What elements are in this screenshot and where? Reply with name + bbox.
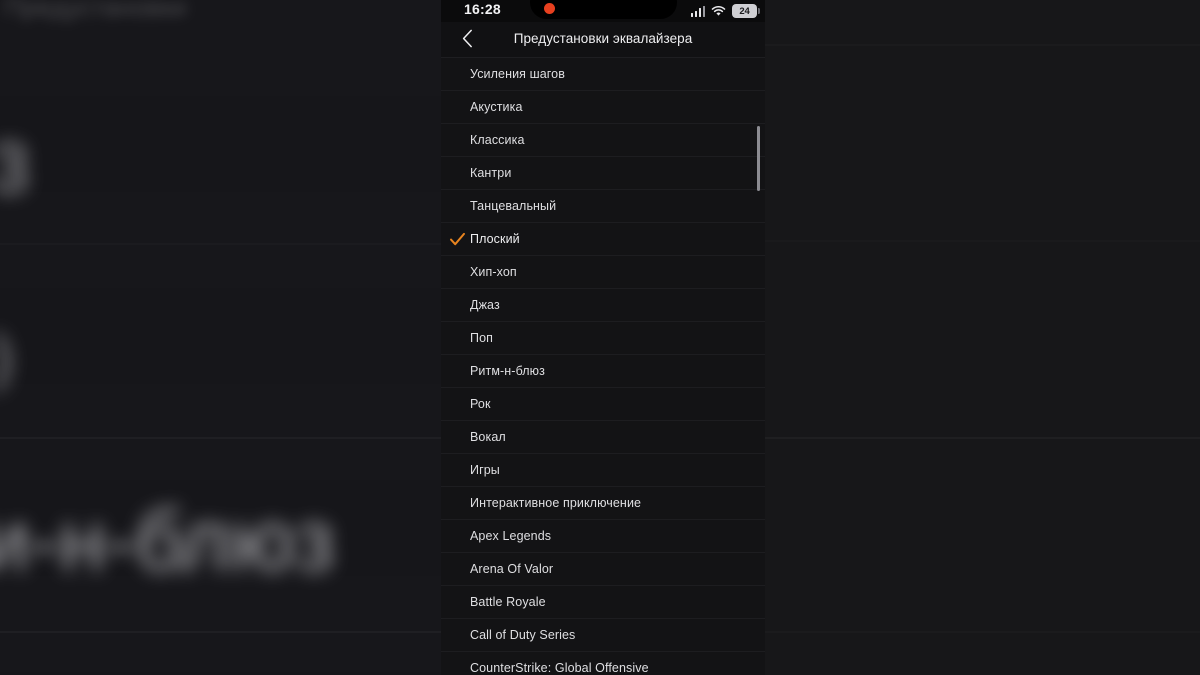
preset-list-item-label: Плоский <box>470 232 520 246</box>
backdrop-text-fragment: 3 <box>0 129 29 207</box>
preset-list-item[interactable]: Вокал <box>441 421 765 454</box>
preset-list-item[interactable]: Arena Of Valor <box>441 553 765 586</box>
preset-list-item[interactable]: Call of Duty Series <box>441 619 765 652</box>
equalizer-preset-list[interactable]: Усиления шагов Акустика Классика Кантри Танц… <box>441 58 765 675</box>
preset-list-item[interactable]: Игры <box>441 454 765 487</box>
backdrop-text-fragment: и-н-блюз <box>0 493 335 589</box>
preset-list-item[interactable]: Классика <box>441 124 765 157</box>
preset-list-item-label: Джаз <box>470 298 500 312</box>
phone-panel: 16:28 24 Предустановки эквалайзера Усиле… <box>441 0 765 675</box>
backdrop-separator <box>0 243 441 245</box>
preset-list-item-label: Игры <box>470 463 500 477</box>
preset-list-item[interactable]: CounterStrike: Global Offensive <box>441 652 765 675</box>
preset-list-item-label: Кантри <box>470 166 512 180</box>
preset-list-item-label: Рок <box>470 397 491 411</box>
preset-list-item[interactable]: Apex Legends <box>441 520 765 553</box>
preset-list-item-label: Call of Duty Series <box>470 628 576 642</box>
backdrop-text-fragment: ) <box>0 322 13 393</box>
wifi-icon <box>711 5 726 17</box>
backdrop-separator <box>0 631 441 633</box>
cellular-signal-icon <box>690 5 705 17</box>
preset-list-item[interactable]: Усиления шагов <box>441 58 765 91</box>
preset-list-item[interactable]: Кантри <box>441 157 765 190</box>
page-title: Предустановки эквалайзера <box>513 31 693 46</box>
backdrop-separator <box>765 240 1200 242</box>
status-bar: 16:28 24 <box>441 0 765 22</box>
preset-list-item-label: CounterStrike: Global Offensive <box>470 661 649 675</box>
backdrop-separator <box>765 44 1200 46</box>
screen-root: и-н-блюз 3 ) Предустановки 16:28 <box>0 0 1200 675</box>
preset-list-item[interactable]: Плоский <box>441 223 765 256</box>
preset-list-item[interactable]: Рок <box>441 388 765 421</box>
status-bar-clock: 16:28 <box>464 1 501 17</box>
preset-list-item-label: Поп <box>470 331 494 345</box>
backdrop-right-region <box>765 0 1200 675</box>
battery-level-label: 24 <box>739 5 750 17</box>
preset-list-item[interactable]: Танцевальный <box>441 190 765 223</box>
preset-list-item-label: Arena Of Valor <box>470 562 554 576</box>
dynamic-island <box>530 0 677 19</box>
backdrop-separator <box>765 631 1200 633</box>
preset-list-item[interactable]: Ритм-н-блюз <box>441 355 765 388</box>
checkmark-icon <box>449 231 466 248</box>
preset-list-item-label: Классика <box>470 133 525 147</box>
preset-list-item[interactable]: Хип-хоп <box>441 256 765 289</box>
preset-list-item-label: Хип-хоп <box>470 265 517 279</box>
preset-list-item-label: Ритм-н-блюз <box>470 364 545 378</box>
scrollbar-thumb[interactable] <box>757 126 760 191</box>
preset-list-item[interactable]: Интерактивное приключение <box>441 487 765 520</box>
backdrop-band <box>0 384 441 480</box>
preset-list-item-label: Усиления шагов <box>470 67 565 81</box>
backdrop-separator <box>0 437 441 439</box>
status-bar-indicators: 24 <box>690 3 760 19</box>
preset-list-item-label: Танцевальный <box>470 199 557 213</box>
preset-list-item-label: Battle Royale <box>470 595 546 609</box>
navigation-bar: Предустановки эквалайзера <box>441 22 765 58</box>
preset-list-item[interactable]: Акустика <box>441 91 765 124</box>
recording-dot-icon <box>544 3 555 14</box>
preset-list-item[interactable]: Поп <box>441 322 765 355</box>
backdrop-text-fragment: Предустановки <box>4 0 187 22</box>
preset-list-item-label: Акустика <box>470 100 523 114</box>
preset-list-item[interactable]: Battle Royale <box>441 586 765 619</box>
backdrop-separator <box>765 437 1200 439</box>
preset-list-item-label: Интерактивное приключение <box>470 496 642 510</box>
backdrop-band <box>0 192 441 288</box>
preset-list-item-label: Вокал <box>470 430 506 444</box>
scrollbar-track[interactable] <box>757 68 760 665</box>
preset-list-item[interactable]: Джаз <box>441 289 765 322</box>
preset-list-item-label: Apex Legends <box>470 529 552 543</box>
battery-icon: 24 <box>732 4 760 18</box>
